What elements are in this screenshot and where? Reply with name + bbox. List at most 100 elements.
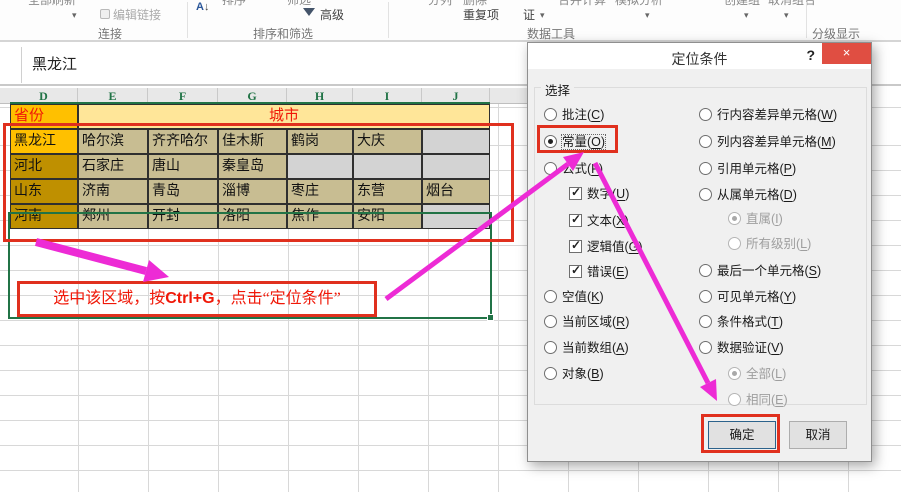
option-label: 错误(E)	[587, 265, 629, 279]
refresh-all-clipped[interactable]: 全部刷新	[28, 0, 76, 7]
option-label: 直属(I)	[746, 212, 783, 226]
radio-R-option[interactable]: 当前区域(R)	[544, 311, 629, 329]
radio-icon[interactable]	[699, 162, 712, 175]
filter-button-clipped[interactable]: 筛选	[287, 0, 311, 7]
option-label: 列内容差异单元格(M)	[717, 135, 836, 149]
help-icon[interactable]: ?	[806, 47, 815, 63]
cell-province-header[interactable]: 省份	[10, 104, 78, 129]
radio-V-option[interactable]: 数据验证(V)	[699, 337, 784, 355]
group-label-outline: 分级显示	[812, 27, 861, 41]
checkbox-icon[interactable]	[569, 238, 582, 253]
radio-D-option[interactable]: 从属单元格(D)	[699, 184, 797, 202]
group-caret[interactable]: ▾	[744, 10, 749, 21]
radio-icon[interactable]	[544, 341, 557, 354]
cell-city[interactable]: 淄博	[218, 179, 287, 204]
radio-icon[interactable]	[544, 367, 557, 380]
advanced-filter-button[interactable]: 高级	[320, 6, 344, 23]
dialog-title: 定位条件	[671, 51, 728, 67]
selection-border	[8, 212, 492, 319]
cell-province[interactable]: 山东	[10, 179, 78, 204]
radio-icon[interactable]	[544, 108, 557, 121]
ok-button[interactable]: 确定	[708, 421, 776, 449]
radio-icon	[728, 367, 741, 380]
cell-city[interactable]	[422, 129, 490, 154]
radio-icon[interactable]	[544, 162, 557, 175]
radio-icon[interactable]	[544, 315, 557, 328]
radio-L-option: 所有级别(L)	[728, 233, 811, 251]
radio-icon[interactable]	[699, 264, 712, 277]
cell-city[interactable]: 东营	[353, 179, 422, 204]
cell-city-header[interactable]: 城市	[78, 104, 490, 129]
cell-city[interactable]: 鹤岗	[287, 129, 353, 154]
cell-city[interactable]: 枣庄	[287, 179, 353, 204]
cell-city[interactable]: 大庆	[353, 129, 422, 154]
radio-icon	[728, 212, 741, 225]
dialog-title-bar[interactable]: 定位条件 ? ×	[528, 43, 871, 69]
radio-icon[interactable]	[699, 315, 712, 328]
radio-I-option: 直属(I)	[728, 208, 783, 226]
radio-Y-option[interactable]: 可见单元格(Y)	[699, 286, 796, 304]
sort-ascending-icon[interactable]: A↓	[196, 1, 209, 13]
option-label: 最后一个单元格(S)	[717, 264, 822, 278]
checkbox-icon[interactable]	[569, 212, 582, 227]
refresh-dropdown-caret[interactable]: ▾	[72, 10, 77, 21]
checkbox-E-option[interactable]: 错误(E)	[569, 261, 629, 279]
ungroup-caret[interactable]: ▾	[784, 10, 789, 21]
cell-city[interactable]: 唐山	[148, 154, 218, 179]
radio-B-option[interactable]: 对象(B)	[544, 363, 604, 381]
cell-city[interactable]: 济南	[78, 179, 148, 204]
cell-province[interactable]: 黑龙江	[10, 129, 78, 154]
cell-city[interactable]	[287, 154, 353, 179]
cell-city[interactable]	[422, 154, 490, 179]
radio-icon[interactable]	[699, 188, 712, 201]
group-button-clipped[interactable]: 创建组	[724, 0, 760, 7]
cell-city[interactable]: 齐齐哈尔	[148, 129, 218, 154]
checkbox-icon[interactable]	[569, 185, 582, 200]
cancel-button[interactable]: 取消	[789, 421, 847, 449]
formula-bar-value[interactable]: 黑龙江	[32, 53, 77, 74]
cell-city[interactable]: 烟台	[422, 179, 490, 204]
what-if-caret[interactable]: ▾	[645, 10, 650, 21]
radio-icon[interactable]	[699, 108, 712, 121]
cell-city[interactable]	[353, 154, 422, 179]
radio-icon[interactable]	[699, 290, 712, 303]
radio-F-option[interactable]: 公式(F)	[544, 158, 603, 176]
data-validation-button[interactable]: 证	[523, 6, 535, 23]
remove-duplicates-button[interactable]: 重复项	[463, 6, 499, 23]
radio-O-option[interactable]: 常量(O)	[544, 131, 607, 150]
radio-P-option[interactable]: 引用单元格(P)	[699, 158, 796, 176]
close-icon[interactable]: ×	[822, 43, 871, 64]
checkbox-G-option[interactable]: 逻辑值(G)	[569, 236, 643, 254]
cell-city[interactable]: 秦皇岛	[218, 154, 287, 179]
radio-K-option[interactable]: 空值(K)	[544, 286, 604, 304]
sort-button-clipped[interactable]: 排序	[222, 0, 246, 7]
radio-S-option[interactable]: 最后一个单元格(S)	[699, 260, 822, 278]
radio-icon[interactable]	[544, 290, 557, 303]
data-validation-caret[interactable]: ▾	[540, 10, 545, 21]
cell-city[interactable]: 石家庄	[78, 154, 148, 179]
ungroup-button-clipped[interactable]: 取消组合	[768, 0, 816, 7]
cell-city[interactable]: 青岛	[148, 179, 218, 204]
radio-M-option[interactable]: 列内容差异单元格(M)	[699, 131, 836, 149]
radio-T-option[interactable]: 条件格式(T)	[699, 311, 783, 329]
selection-fill-handle[interactable]	[487, 314, 494, 321]
radio-C-option[interactable]: 批注(C)	[544, 104, 604, 122]
checkbox-U-option[interactable]: 数字(U)	[569, 183, 629, 201]
cell-city[interactable]: 哈尔滨	[78, 129, 148, 154]
radio-icon[interactable]	[544, 135, 557, 148]
radio-icon[interactable]	[699, 341, 712, 354]
radio-icon[interactable]	[699, 135, 712, 148]
advanced-filter-icon	[303, 8, 315, 16]
consolidate-clipped[interactable]: 合并计算	[558, 0, 606, 7]
what-if-clipped[interactable]: 模拟分析	[615, 0, 663, 7]
option-label: 全部(L)	[746, 367, 787, 381]
text-to-columns-clipped[interactable]: 分列	[428, 0, 452, 7]
radio-A-option[interactable]: 当前数组(A)	[544, 337, 629, 355]
cell-city[interactable]: 佳木斯	[218, 129, 287, 154]
checkbox-icon[interactable]	[569, 263, 582, 278]
cell-province[interactable]: 河北	[10, 154, 78, 179]
radio-E-option: 相同(E)	[728, 389, 788, 407]
checkbox-X-option[interactable]: 文本(X)	[569, 210, 629, 228]
radio-W-option[interactable]: 行内容差异单元格(W)	[699, 104, 837, 122]
edit-links-button[interactable]: 编辑链接	[100, 6, 161, 23]
